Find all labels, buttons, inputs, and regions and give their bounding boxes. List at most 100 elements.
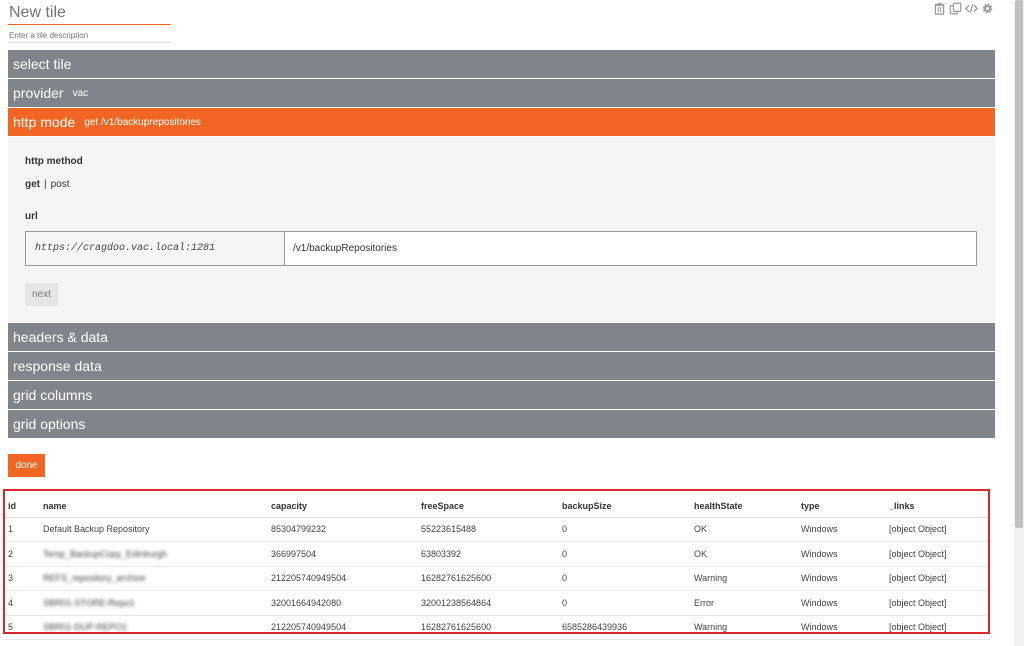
cell-freespace: 55223615488 — [418, 517, 559, 542]
section-grid-options-title: grid options — [13, 416, 86, 432]
section-grid-columns[interactable]: grid columns — [8, 381, 995, 410]
cell-capacity: 366997504 — [268, 541, 418, 567]
cell-backupsize: 6585286439936 — [559, 615, 691, 640]
section-provider-title: provider — [13, 85, 64, 101]
data-grid-table: id name capacity freeSpace backupSize healthS… — [5, 496, 991, 646]
done-button[interactable]: done — [8, 454, 45, 477]
grid-header-row: id name capacity freeSpace backupSize healthS… — [5, 496, 991, 518]
tile-description-input[interactable] — [8, 28, 171, 43]
cell-type: Windows — [798, 541, 886, 567]
table-row[interactable]: 3 REFS_repository_archive 212205740949504 1… — [5, 566, 991, 591]
section-headers-data[interactable]: headers & data — [8, 323, 995, 352]
cell-name: Temp_BackupCopy_Edinburgh — [40, 541, 268, 567]
cell-freespace: 16282761625600 — [418, 566, 559, 591]
cell-links: [object Object] — [886, 639, 991, 646]
column-header-name[interactable]: name — [40, 496, 268, 518]
grid-body: 1 Default Backup Repository 85304799232 552… — [5, 517, 991, 646]
column-header-links[interactable]: _links — [886, 496, 991, 518]
cell-links: [object Object] — [886, 541, 991, 567]
section-http-mode-value: get /v1/backuprepositories — [84, 116, 201, 128]
cell-freespace: 32001238564864 — [418, 590, 559, 616]
method-separator: | — [44, 179, 47, 190]
cell-freespace: 16282761625600 — [418, 615, 559, 640]
cell-freespace: 63803392 — [418, 541, 559, 567]
column-header-freespace[interactable]: freeSpace — [418, 496, 559, 518]
section-select-tile-title: select tile — [13, 56, 72, 72]
http-method-label: http method — [25, 156, 83, 167]
table-row[interactable]: 6Default Backup Repository42939235953815… — [5, 639, 991, 646]
cell-links: [object Object] — [886, 517, 991, 542]
cell-name: SBR01-STORE-Repo1 — [40, 590, 268, 616]
section-http-mode[interactable]: http mode get /v1/backuprepositories — [8, 108, 995, 137]
cell-id: 2 — [5, 541, 40, 567]
cell-capacity: 212205740949504 — [268, 566, 418, 591]
cell-links: [object Object] — [886, 566, 991, 591]
cell-id: 3 — [5, 566, 40, 591]
section-grid-options[interactable]: grid options — [8, 410, 995, 439]
column-header-type[interactable]: type — [798, 496, 886, 518]
cell-id: 5 — [5, 615, 40, 640]
cell-type: Windows — [798, 590, 886, 616]
method-get-option[interactable]: get — [25, 179, 40, 190]
cell-healthstate: OK — [691, 541, 798, 567]
cell-type: Windows — [798, 639, 886, 646]
section-headers-data-title: headers & data — [13, 329, 108, 345]
trash-icon[interactable] — [933, 2, 946, 15]
cell-id: 1 — [5, 517, 40, 542]
cell-backupsize: 0 — [559, 566, 691, 591]
url-field-group: https://cragdoo.vac.local:1281 — [25, 231, 977, 266]
cell-type: Windows — [798, 615, 886, 640]
cell-freespace: 158121731728 — [418, 639, 559, 646]
cell-backupsize: 0 — [559, 639, 691, 646]
tile-config-accordion: select tile provider vac http mode get /… — [8, 50, 995, 439]
table-row[interactable]: 2 Temp_BackupCopy_Edinburgh 366997504 63803… — [5, 541, 991, 567]
column-header-capacity[interactable]: capacity — [268, 496, 418, 518]
cell-backupsize: 0 — [559, 590, 691, 616]
section-response-data-title: response data — [13, 358, 102, 374]
method-post-option[interactable]: post — [51, 179, 70, 190]
copy-icon[interactable] — [949, 2, 962, 15]
tile-title-input[interactable] — [8, 2, 171, 25]
table-row[interactable]: 4 SBR01-STORE-Repo1 32001664942080 32001238… — [5, 590, 991, 616]
cell-name: Default Backup Repository — [40, 639, 268, 646]
column-header-id[interactable]: id — [5, 496, 40, 518]
page-scrollbar-thumb[interactable] — [1015, 0, 1023, 528]
cell-healthstate: Warning — [691, 566, 798, 591]
section-provider-value: vac — [72, 87, 89, 99]
url-base-prefix: https://cragdoo.vac.local:1281 — [26, 232, 285, 265]
cell-backupsize: 0 — [559, 541, 691, 567]
url-path-input[interactable] — [285, 232, 976, 265]
page-scrollbar[interactable] — [1014, 0, 1024, 646]
cell-capacity: 212205740949504 — [268, 615, 418, 640]
column-header-backupsize[interactable]: backupSize — [559, 496, 691, 518]
cell-id: 6 — [5, 639, 40, 646]
tile-toolbar — [933, 2, 994, 15]
cell-type: Windows — [798, 566, 886, 591]
cell-id: 4 — [5, 590, 40, 616]
cell-capacity: 429392359538 — [268, 639, 418, 646]
section-provider[interactable]: provider vac — [8, 79, 995, 108]
cell-healthstate: Error — [691, 590, 798, 616]
next-button[interactable]: next — [25, 283, 58, 306]
section-select-tile[interactable]: select tile — [8, 50, 995, 79]
table-row[interactable]: 1 Default Backup Repository 85304799232 552… — [5, 517, 991, 542]
http-mode-panel: http method get | post url https://cragdoo… — [8, 137, 995, 323]
column-header-healthstate[interactable]: healthState — [691, 496, 798, 518]
data-grid: id name capacity freeSpace backupSize healthS… — [3, 490, 993, 646]
cell-name: SBR01-DUP-REPO1 — [40, 615, 268, 640]
http-method-selector: get | post — [25, 179, 70, 190]
gear-icon[interactable] — [981, 2, 994, 15]
cell-name: Default Backup Repository — [40, 517, 268, 542]
cell-healthstate: OK — [691, 517, 798, 542]
cell-capacity: 32001664942080 — [268, 590, 418, 616]
cell-healthstate: OK — [691, 639, 798, 646]
cell-name: REFS_repository_archive — [40, 566, 268, 591]
section-grid-columns-title: grid columns — [13, 387, 93, 403]
section-response-data[interactable]: response data — [8, 352, 995, 381]
code-icon[interactable] — [965, 2, 978, 15]
cell-links: [object Object] — [886, 615, 991, 640]
cell-links: [object Object] — [886, 590, 991, 616]
cell-backupsize: 0 — [559, 517, 691, 542]
cell-healthstate: Warning — [691, 615, 798, 640]
table-row[interactable]: 5 SBR01-DUP-REPO1 212205740949504 162827616… — [5, 615, 991, 640]
